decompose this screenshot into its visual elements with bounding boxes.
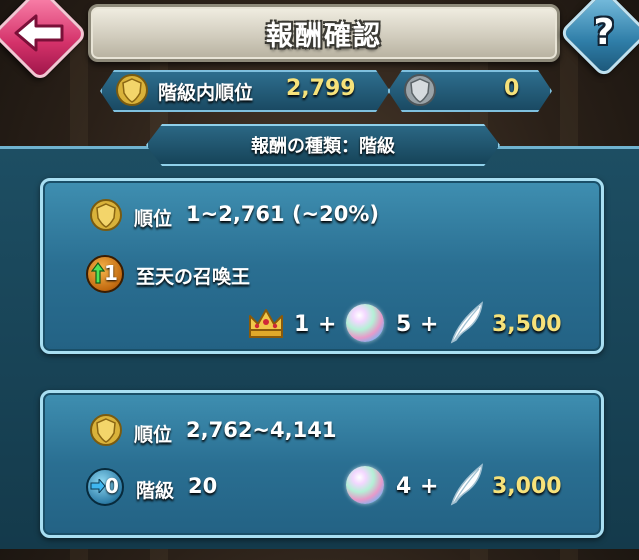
card1-rank-range: 1~2,761 (~20%) xyxy=(186,202,379,226)
reward-card-2 xyxy=(40,390,604,538)
gold-shield-icon xyxy=(90,414,122,446)
card2-tier-value: 20 xyxy=(188,474,218,498)
rank-up-number: 1 xyxy=(104,261,118,285)
rank-bar-value: 2,799 xyxy=(286,76,356,101)
rank-bar-label: 階級内順位 xyxy=(158,82,254,104)
card2-rank-range: 2,762~4,141 xyxy=(186,418,337,442)
title-banner: 報酬確認 xyxy=(88,4,560,62)
plus-sign: + xyxy=(420,312,439,337)
orb-icon xyxy=(346,466,384,504)
back-arrow-icon[interactable] xyxy=(10,8,70,58)
reward-type-label: 報酬の種類：階級 xyxy=(251,136,395,157)
crown-amount: 1 xyxy=(294,312,310,337)
orb-amount: 5 xyxy=(396,312,412,337)
feather-icon xyxy=(450,463,483,506)
tier-badge: 0 xyxy=(86,468,124,506)
feather-amount: 3,500 xyxy=(492,312,562,337)
page-title: 報酬確認 xyxy=(266,20,382,52)
rank-up-badge: 1 xyxy=(86,255,124,293)
plus-sign: + xyxy=(318,312,337,337)
orb-icon xyxy=(346,304,384,342)
card2-rank-label: 順位 xyxy=(134,424,173,446)
right-arrow-icon xyxy=(90,479,106,493)
plus-sign: + xyxy=(420,474,439,499)
orb-amount: 4 xyxy=(396,474,412,499)
silver-shield-icon xyxy=(404,74,436,106)
gold-shield-icon xyxy=(116,74,148,106)
feather-icon xyxy=(450,301,483,344)
card1-bonus-text: 至天の召喚王 xyxy=(136,266,251,288)
tier-badge-number: 0 xyxy=(105,474,119,498)
card1-rank-label: 順位 xyxy=(134,208,173,230)
card2-tier-label: 階級 xyxy=(136,480,175,502)
gold-shield-icon xyxy=(90,199,122,231)
feather-amount: 3,000 xyxy=(492,474,562,499)
up-arrow-icon xyxy=(91,262,105,284)
help-question-icon[interactable]: ? xyxy=(572,6,636,58)
reward-type-tab: 報酬の種類：階級 xyxy=(146,124,500,166)
crown-icon xyxy=(249,309,283,338)
points-bar-value: 0 xyxy=(504,76,520,101)
